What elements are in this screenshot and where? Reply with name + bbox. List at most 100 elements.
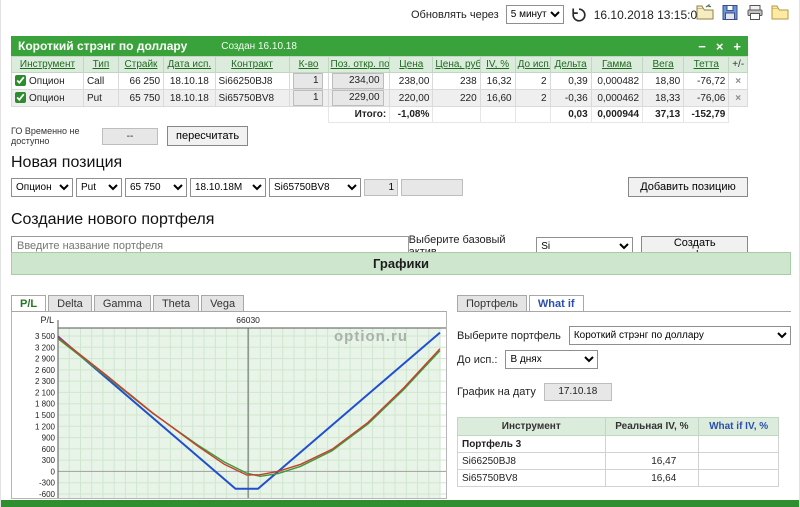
row1-price: 238,00	[389, 72, 434, 90]
margin-value-box: --	[102, 127, 158, 145]
portfolio-select[interactable]: Короткий стрэнг по доллару	[568, 326, 791, 345]
days-select[interactable]: В днях	[505, 350, 599, 369]
iv-row2-instrument: Si65750BV8	[457, 469, 606, 487]
iv-col-whatif: What if IV, %	[698, 417, 779, 436]
iv-header-row: Инструмент Реальная IV, % What if IV, %	[457, 417, 779, 436]
col-expiry[interactable]: Дата исп.	[163, 56, 216, 73]
row2-theta: -76,06	[683, 89, 730, 107]
whatif-tabs: Портфель What if	[457, 293, 791, 311]
col-days[interactable]: До исп.	[514, 56, 551, 73]
np-contract-select[interactable]: Si65750BV8	[269, 177, 361, 197]
table-header-row: Инструмент Тип Страйк Дата исп. Контракт…	[11, 56, 748, 73]
days-label: До исп.:	[457, 353, 498, 366]
row1-checkbox[interactable]	[15, 75, 26, 86]
create-portfolio-heading: Создание нового портфеля	[11, 211, 215, 228]
folder-icon[interactable]	[771, 4, 789, 21]
row1-iv: 16,32	[479, 72, 516, 90]
iv-row: Si66250BJ8 16,47	[457, 452, 779, 470]
col-instrument[interactable]: Инструмент	[11, 56, 84, 73]
add-position-button[interactable]: Добавить позицию	[628, 177, 748, 197]
row2-instrument: Опцион	[29, 93, 65, 104]
row2-delta: -0,36	[549, 89, 592, 107]
tab-portfolio[interactable]: Портфель	[457, 295, 527, 311]
whatif-body: Выберите портфель Короткий стрэнг по дол…	[457, 311, 791, 499]
svg-text:3 200: 3 200	[35, 343, 56, 352]
svg-text:1 500: 1 500	[35, 411, 56, 420]
iv-row1-whatif[interactable]	[698, 452, 779, 470]
tab-vega[interactable]: Vega	[201, 295, 245, 311]
col-delta[interactable]: Дельта	[549, 56, 592, 73]
col-iv[interactable]: IV, %	[479, 56, 516, 73]
row1-theta: -76,72	[683, 72, 730, 90]
col-gamma[interactable]: Гамма	[590, 56, 644, 73]
col-price[interactable]: Цена	[389, 56, 434, 73]
col-theta[interactable]: Тетта	[683, 56, 730, 73]
col-vega[interactable]: Вега	[642, 56, 685, 73]
iv-row1-real: 16,47	[604, 452, 700, 470]
row1-type: Call	[82, 72, 119, 90]
row1-strike: 66 250	[117, 72, 165, 90]
col-strike[interactable]: Страйк	[117, 56, 165, 73]
tab-gamma[interactable]: Gamma	[93, 295, 151, 311]
col-open-price[interactable]: Поз. откр. по	[327, 56, 391, 73]
np-expiry-select[interactable]: 18.10.18М	[190, 177, 266, 197]
row2-expiry: 18.10.18	[163, 89, 216, 107]
iv-row2-whatif[interactable]	[698, 469, 779, 487]
iv-table: Инструмент Реальная IV, % What if IV, % …	[457, 417, 779, 487]
iv-row2-real: 16,64	[604, 469, 700, 487]
total-label: Итого:	[327, 106, 391, 123]
minimize-icon[interactable]: −	[698, 40, 706, 53]
tab-theta[interactable]: Theta	[152, 295, 200, 311]
col-type[interactable]: Тип	[82, 56, 119, 73]
col-plus-minus: +/-	[728, 56, 748, 73]
row1-expiry: 18.10.18	[163, 72, 216, 90]
refresh-icon[interactable]	[571, 7, 587, 23]
row2-qty-input[interactable]: 1	[292, 90, 323, 106]
tab-pl[interactable]: P/L	[11, 295, 47, 311]
row1-delete-icon[interactable]: ×	[728, 72, 748, 90]
new-position-row: Опцион Put 65 750 18.10.18М Si65750BV8 Д…	[11, 177, 748, 197]
iv-col-instrument: Инструмент	[457, 417, 606, 436]
save-icon[interactable]	[721, 4, 739, 21]
portfolio-window: Короткий стрэнг по доллару Создан 16.10.…	[11, 36, 748, 146]
row2-open-input[interactable]: 229,00	[331, 90, 384, 106]
tab-delta[interactable]: Delta	[48, 295, 92, 311]
total-theta: -152,79	[683, 106, 730, 123]
pl-chart[interactable]: 3 500 3 200 2 900 2 600 2 300 2 100 1 800 1 500…	[11, 311, 447, 499]
np-qty-input[interactable]	[364, 178, 398, 196]
print-icon[interactable]	[746, 4, 764, 21]
table-row: Опцион Put 65 750 18.10.18 Si65750BV8 1 …	[11, 89, 748, 107]
chart-tabs: P/L Delta Gamma Theta Vega	[11, 293, 447, 311]
row2-contract: Si65750BV8	[214, 89, 290, 107]
open-icon[interactable]	[696, 3, 714, 21]
row2-checkbox[interactable]	[15, 92, 26, 103]
tab-whatif[interactable]: What if	[528, 295, 584, 311]
refresh-interval-label: Обновлять через	[411, 8, 499, 21]
row1-open-input[interactable]: 234,00	[331, 73, 384, 89]
np-instrument-select[interactable]: Опцион	[11, 177, 73, 197]
iv-row: Si65750BV8 16,64	[457, 469, 779, 487]
np-type-select[interactable]: Put	[76, 177, 122, 197]
total-percent: -1,08%	[389, 106, 434, 123]
svg-text:900: 900	[42, 434, 56, 443]
col-contract[interactable]: Контракт	[214, 56, 290, 73]
total-vega: 37,13	[642, 106, 685, 123]
svg-text:2 100: 2 100	[35, 388, 56, 397]
refresh-interval-select[interactable]: 5 минут	[505, 5, 564, 24]
svg-text:300: 300	[42, 456, 56, 465]
portfolio-window-buttons: − × +	[698, 40, 741, 53]
add-icon[interactable]: +	[733, 40, 741, 53]
col-qty[interactable]: К-во	[288, 56, 329, 73]
col-price-rub[interactable]: Цена, руб.	[432, 56, 481, 73]
svg-text:P/L: P/L	[40, 315, 54, 325]
recalculate-button[interactable]: пересчитать	[167, 126, 249, 146]
whatif-panel: Портфель What if Выберите портфель Корот…	[457, 293, 791, 499]
row1-qty-input[interactable]: 1	[292, 73, 323, 89]
total-delta: 0,03	[549, 106, 592, 123]
row2-delete-icon[interactable]: ×	[728, 89, 748, 107]
new-position-heading: Новая позиция	[11, 154, 123, 171]
svg-text:-600: -600	[39, 490, 56, 499]
close-icon[interactable]: ×	[716, 40, 724, 53]
row2-type: Put	[82, 89, 119, 107]
np-strike-select[interactable]: 65 750	[125, 177, 187, 197]
